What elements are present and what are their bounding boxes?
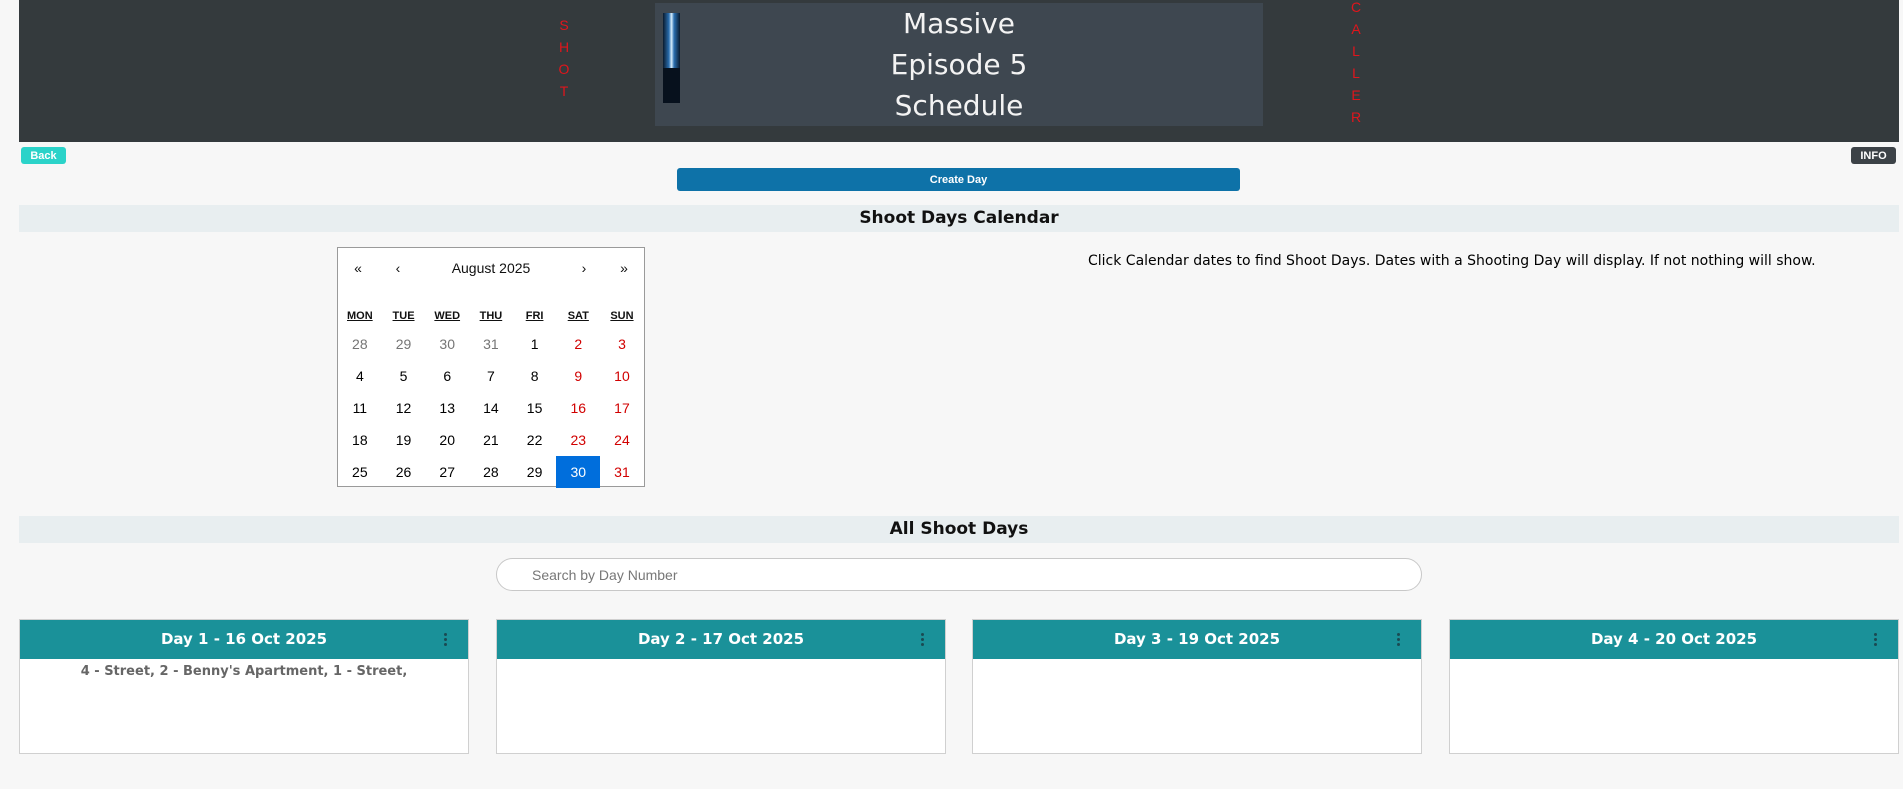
caller-letter: A — [1351, 21, 1361, 37]
shoot-day-card[interactable]: Day 2 - 17 Oct 2025 — [496, 619, 946, 754]
calendar-day[interactable]: 27 — [425, 456, 469, 488]
shot-letter: O — [558, 61, 570, 77]
calendar-day[interactable]: 28 — [469, 456, 513, 488]
calendar-day[interactable]: 31 — [469, 328, 513, 360]
calendar-day[interactable]: 6 — [425, 360, 469, 392]
calendar-day[interactable]: 15 — [513, 392, 557, 424]
prev-year-button[interactable]: « — [338, 248, 378, 288]
caller-letter: C — [1350, 0, 1362, 15]
calendar-day[interactable]: 18 — [338, 424, 382, 456]
calendar-day[interactable]: 17 — [600, 392, 644, 424]
card-header: Day 4 - 20 Oct 2025 — [1450, 620, 1898, 659]
calendar-day[interactable]: 30 — [425, 328, 469, 360]
calendar-day[interactable]: 12 — [382, 392, 426, 424]
card-title: Day 3 - 19 Oct 2025 — [1113, 630, 1281, 648]
caller-letter: L — [1352, 65, 1360, 81]
card-title: Day 4 - 20 Oct 2025 — [1590, 630, 1758, 648]
month-label[interactable]: August 2025 — [418, 248, 564, 288]
calendar-day[interactable]: 10 — [600, 360, 644, 392]
weekday-label: WED — [434, 310, 461, 322]
shoot-day-card[interactable]: Day 1 - 16 Oct 2025 4 - Street, 2 - Benn… — [19, 619, 469, 754]
kebab-menu-icon[interactable] — [440, 620, 450, 659]
calendar-day[interactable]: 31 — [600, 456, 644, 488]
create-day-button[interactable]: Create Day — [677, 168, 1240, 191]
calendar-day[interactable]: 13 — [425, 392, 469, 424]
calendar-day[interactable]: 5 — [382, 360, 426, 392]
calendar-day[interactable]: 11 — [338, 392, 382, 424]
calendar-day[interactable]: 3 — [600, 328, 644, 360]
weekday-label: SUN — [610, 310, 634, 322]
shot-letter: S — [559, 17, 569, 33]
prev-month-button[interactable]: ‹ — [378, 248, 418, 288]
card-header: Day 3 - 19 Oct 2025 — [973, 620, 1421, 659]
kebab-menu-icon[interactable] — [1870, 620, 1880, 659]
title-line: Schedule — [894, 89, 1024, 122]
card-scenes — [973, 659, 1421, 664]
calendar-day[interactable]: 29 — [382, 328, 426, 360]
caller-letter: L — [1352, 43, 1360, 59]
weekday-label: FRI — [525, 310, 544, 322]
calendar-day[interactable]: 19 — [382, 424, 426, 456]
card-title: Day 2 - 17 Oct 2025 — [637, 630, 805, 648]
shot-letter: T — [559, 83, 569, 99]
shoot-day-card[interactable]: Day 3 - 19 Oct 2025 — [972, 619, 1422, 754]
calendar-day[interactable]: 21 — [469, 424, 513, 456]
search-input[interactable] — [496, 558, 1422, 591]
card-scenes — [1450, 659, 1898, 664]
kebab-menu-icon[interactable] — [1393, 620, 1403, 659]
weekday-label: TUE — [392, 310, 415, 322]
calendar-day[interactable]: 24 — [600, 424, 644, 456]
calendar-day[interactable]: 26 — [382, 456, 426, 488]
calendar-section-title: Shoot Days Calendar — [19, 205, 1899, 232]
title-line: Episode 5 — [890, 48, 1028, 81]
shoot-days-calendar: « ‹ August 2025 › » MON TUE WED THU FRI … — [337, 247, 645, 488]
shot-letter: H — [558, 39, 570, 55]
calendar-day[interactable]: 28 — [338, 328, 382, 360]
calendar-day[interactable]: 7 — [469, 360, 513, 392]
all-shoot-days-title: All Shoot Days — [19, 516, 1899, 543]
kebab-menu-icon[interactable] — [917, 620, 927, 659]
calendar-day[interactable]: 20 — [425, 424, 469, 456]
weekday-label: MON — [347, 310, 373, 322]
calendar-day[interactable]: 25 — [338, 456, 382, 488]
calendar-day[interactable]: 9 — [556, 360, 600, 392]
card-header: Day 1 - 16 Oct 2025 — [20, 620, 468, 659]
calendar-day[interactable]: 16 — [556, 392, 600, 424]
calendar-hint-text: Click Calendar dates to find Shoot Days.… — [1088, 253, 1816, 269]
shoot-day-card[interactable]: Day 4 - 20 Oct 2025 — [1449, 619, 1899, 754]
calendar-day[interactable]: 14 — [469, 392, 513, 424]
app-header: S H O T Massive Episode 5 Schedule C A L… — [19, 0, 1899, 142]
calendar-day[interactable]: 4 — [338, 360, 382, 392]
card-scenes: 4 - Street, 2 - Benny's Apartment, 1 - S… — [80, 664, 408, 679]
calendar-grid: MON TUE WED THU FRI SAT SUN 28 29 30 31 1 2 3 4… — [338, 304, 644, 488]
calendar-day[interactable]: 1 — [513, 328, 557, 360]
calendar-day-selected[interactable]: 30 — [556, 456, 601, 488]
caller-vertical-text: C A L L E R — [1349, 0, 1363, 128]
calendar-day[interactable]: 8 — [513, 360, 557, 392]
page-title: Massive Episode 5 Schedule — [655, 3, 1263, 126]
shot-vertical-text: S H O T — [557, 14, 571, 102]
info-button[interactable]: INFO — [1851, 147, 1896, 164]
calendar-day[interactable]: 22 — [513, 424, 557, 456]
card-title: Day 1 - 16 Oct 2025 — [160, 630, 328, 648]
calendar-day[interactable]: 23 — [556, 424, 600, 456]
weekday-label: THU — [479, 310, 503, 322]
title-banner: Massive Episode 5 Schedule — [655, 3, 1263, 126]
weekday-label: SAT — [567, 310, 589, 322]
next-month-button[interactable]: › — [564, 248, 604, 288]
caller-letter: E — [1351, 87, 1361, 103]
card-scenes — [497, 659, 945, 664]
next-year-button[interactable]: » — [604, 248, 644, 288]
calendar-day[interactable]: 2 — [556, 328, 600, 360]
caller-letter: R — [1350, 109, 1362, 125]
card-header: Day 2 - 17 Oct 2025 — [497, 620, 945, 659]
calendar-day[interactable]: 29 — [513, 456, 557, 488]
title-line: Massive — [902, 7, 1016, 40]
back-button[interactable]: Back — [21, 147, 66, 164]
